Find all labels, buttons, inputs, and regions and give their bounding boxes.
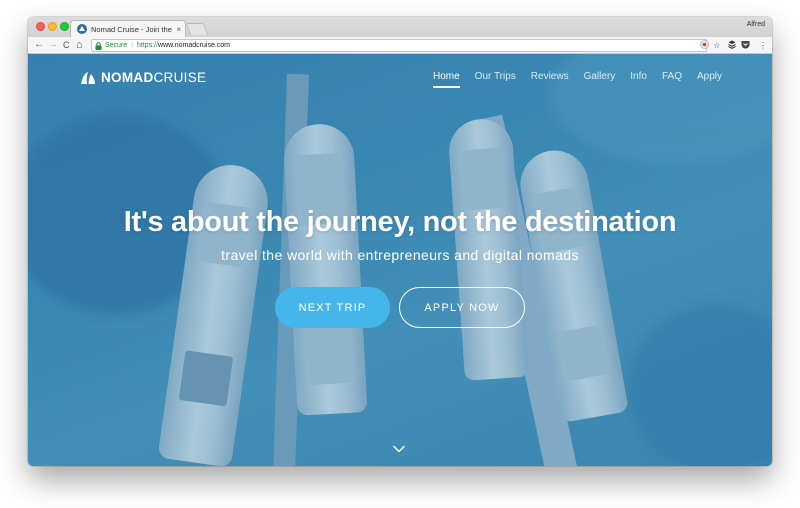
layers-icon[interactable]: [728, 40, 736, 52]
hero-title: It's about the journey, not the destinat…: [123, 206, 677, 238]
browser-window: Nomad Cruise - Join the Digital × Alfred…: [28, 17, 772, 466]
menu-icon[interactable]: ⋮: [759, 40, 767, 51]
tab-close-icon[interactable]: ×: [176, 25, 181, 34]
favicon-icon: [77, 24, 87, 34]
url-host: www.nomadcruise.com: [158, 42, 230, 49]
next-trip-button[interactable]: NEXT TRIP: [275, 287, 390, 328]
new-tab-button[interactable]: [185, 23, 209, 35]
hero-subtitle: travel the world with entrepreneurs and …: [221, 247, 579, 263]
home-icon[interactable]: ⌂: [76, 39, 83, 51]
maximize-window-button[interactable]: [60, 22, 69, 31]
nav-home[interactable]: Home: [432, 71, 460, 88]
browser-toolbar: ← → C ⌂ Secure | https:// www.nomadcruis…: [28, 37, 772, 54]
minimize-window-button[interactable]: [48, 22, 57, 31]
page-viewport: NOMAD CRUISE Home Our Trips Reviews Gall…: [28, 54, 772, 466]
nav-our-trips[interactable]: Our Trips: [475, 71, 516, 82]
nav-info[interactable]: Info: [630, 71, 647, 82]
browser-tab[interactable]: Nomad Cruise - Join the Digital ×: [70, 20, 186, 37]
chevron-down-icon[interactable]: [392, 444, 406, 454]
pocket-icon[interactable]: [741, 40, 750, 52]
back-icon[interactable]: ←: [34, 39, 44, 51]
nav-apply[interactable]: Apply: [697, 71, 722, 82]
extension-icon[interactable]: [700, 40, 709, 52]
nav-reviews[interactable]: Reviews: [531, 71, 569, 82]
url-protocol: https://: [137, 42, 159, 49]
logo-icon: [81, 71, 95, 84]
apply-now-button[interactable]: APPLY NOW: [399, 287, 525, 328]
tab-title: Nomad Cruise - Join the Digital: [91, 24, 173, 34]
star-icon[interactable]: ☆: [713, 40, 720, 51]
main-menu: Home Our Trips Reviews Gallery Info FAQ …: [418, 71, 722, 88]
tab-bar: Nomad Cruise - Join the Digital × Alfred: [28, 17, 772, 37]
url-separator: |: [131, 42, 134, 49]
reload-icon[interactable]: C: [63, 39, 70, 51]
profile-name[interactable]: Alfred: [747, 21, 765, 28]
nav-faq[interactable]: FAQ: [662, 71, 682, 82]
forward-icon[interactable]: →: [48, 39, 58, 51]
lock-icon: [95, 41, 102, 50]
site-navbar: NOMAD CRUISE Home Our Trips Reviews Gall…: [28, 54, 772, 104]
logo-text-bold: NOMAD: [101, 70, 154, 85]
address-bar[interactable]: Secure | https:// www.nomadcruise.com: [91, 39, 707, 52]
logo-text-light: CRUISE: [153, 70, 207, 85]
close-window-button[interactable]: [36, 22, 45, 31]
site-logo[interactable]: NOMAD CRUISE: [80, 70, 206, 85]
nav-gallery[interactable]: Gallery: [584, 71, 616, 82]
secure-label: Secure: [105, 42, 128, 49]
